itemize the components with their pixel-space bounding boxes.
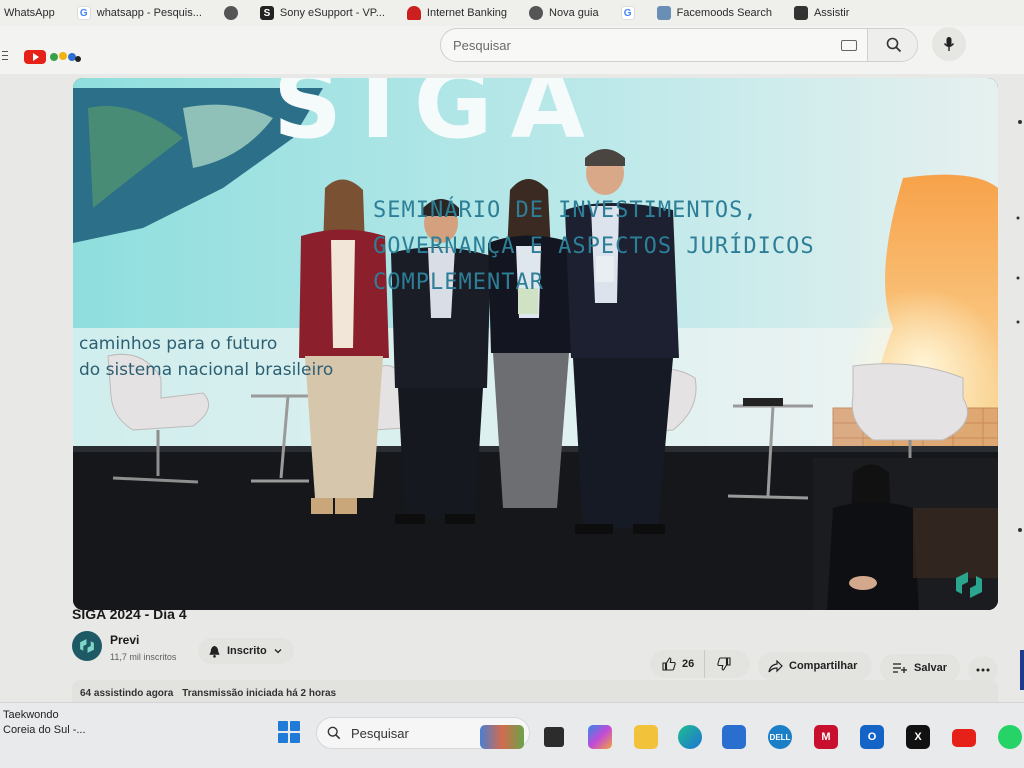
channel-watermark-icon	[956, 572, 982, 598]
bookmark-label: Assistir	[813, 7, 850, 19]
banner-subtitle-2: do sistema nacional brasileiro	[79, 360, 334, 380]
channel-avatar[interactable]	[72, 631, 102, 661]
bookmark-whatsapp-search[interactable]: G whatsapp - Pesquis...	[76, 6, 202, 20]
store-icon[interactable]	[722, 725, 746, 749]
dislike-button[interactable]	[705, 657, 743, 671]
bookmark-icon	[793, 6, 808, 20]
banner-line-3: COMPLEMENTAR	[373, 270, 544, 295]
youtube-icon[interactable]	[952, 729, 976, 747]
youtube-logo-icon[interactable]	[24, 50, 46, 64]
save-label: Salvar	[914, 662, 948, 674]
windows-taskbar: Taekwondo Coreia do Sul -... Pesquisar D…	[0, 702, 1024, 768]
video-title: SIGA 2024 - Dia 4	[72, 606, 187, 622]
bank-icon	[406, 6, 421, 20]
chevron-down-icon	[274, 649, 282, 654]
widgets-icon[interactable]	[480, 725, 524, 749]
voice-search-button[interactable]	[932, 27, 966, 61]
bookmark-whatsapp[interactable]: WhatsApp	[4, 7, 55, 19]
whatsapp-icon[interactable]	[998, 725, 1022, 749]
microphone-icon	[943, 37, 955, 51]
bookmark-sony[interactable]: S Sony eSupport - VP...	[259, 6, 385, 20]
more-horizontal-icon	[976, 668, 990, 672]
sony-icon: S	[259, 6, 274, 20]
share-label: Compartilhar	[789, 660, 858, 672]
windows-logo-icon	[278, 721, 288, 731]
save-button[interactable]: Salvar	[880, 654, 960, 682]
share-icon	[768, 659, 783, 672]
bookmark-internet-banking[interactable]: Internet Banking	[406, 6, 508, 20]
outlook-icon[interactable]: O	[860, 725, 884, 749]
save-to-playlist-icon	[893, 663, 907, 673]
search-bar	[440, 28, 918, 62]
channel-name[interactable]: Previ	[110, 633, 139, 647]
bookmark-label: Facemoods Search	[676, 7, 772, 19]
dell-icon[interactable]: DELL	[768, 725, 792, 749]
keyboard-icon[interactable]	[841, 40, 857, 51]
bell-icon	[209, 645, 220, 658]
globe-icon	[223, 6, 238, 20]
subscribe-button[interactable]: Inscrito	[198, 638, 294, 664]
bookmark-label: WhatsApp	[4, 7, 55, 19]
banner-line-2: GOVERNANÇA E ASPECTOS JURÍDICOS	[373, 234, 815, 259]
bookmark-google[interactable]: G	[620, 6, 635, 20]
banner-logo: SIGA	[273, 78, 603, 160]
banner-line-1: SEMINÁRIO DE INVESTIMENTOS,	[373, 198, 758, 223]
facemoods-icon	[656, 6, 671, 20]
like-button[interactable]: 26	[650, 650, 706, 678]
globe-icon	[529, 6, 544, 20]
thumbs-down-icon	[717, 657, 731, 671]
like-dislike-group: 26	[650, 650, 750, 678]
file-explorer-icon[interactable]	[634, 725, 658, 749]
start-button[interactable]	[278, 721, 300, 743]
taskbar-search-placeholder: Pesquisar	[351, 725, 409, 741]
bookmark-label: whatsapp - Pesquis...	[96, 7, 202, 19]
live-viewers: 64 assistindo agora	[80, 688, 174, 699]
bookmarks-bar: WhatsApp G whatsapp - Pesquis... S Sony …	[0, 0, 1024, 26]
banner-subtitle-1: caminhos para o futuro	[79, 334, 278, 354]
edge-icon[interactable]	[678, 725, 702, 749]
menu-icon[interactable]	[2, 51, 8, 61]
x-icon[interactable]: X	[906, 725, 930, 749]
google-icon: G	[620, 6, 635, 20]
subscribe-label: Inscrito	[227, 645, 267, 657]
youtube-doodle-icon[interactable]	[48, 50, 82, 64]
news-subline: Coreia do Sul -...	[3, 724, 86, 736]
like-count: 26	[682, 658, 695, 670]
task-view-icon[interactable]	[544, 727, 564, 747]
bookmark-nova-guia[interactable]: Nova guia	[529, 6, 599, 20]
news-widget[interactable]: Taekwondo Coreia do Sul -...	[3, 708, 86, 738]
subscriber-count: 11,7 mil inscritos	[110, 652, 177, 662]
bookmark-label: Sony eSupport - VP...	[279, 7, 385, 19]
google-icon: G	[76, 6, 91, 20]
share-button[interactable]: Compartilhar	[758, 652, 872, 680]
bookmark-assistir[interactable]: Assistir	[793, 6, 850, 20]
sidebar-edge	[1016, 120, 1024, 690]
mcafee-icon[interactable]: M	[814, 725, 838, 749]
bookmark-label: Internet Banking	[426, 7, 508, 19]
thumbs-up-icon	[662, 657, 676, 671]
video-player[interactable]: SIGA SEMINÁRIO DE INVESTIMENTOS, GOVERNA…	[73, 78, 998, 610]
previ-logo-icon	[80, 639, 94, 653]
bookmark-label: Nova guia	[549, 7, 599, 19]
stream-started: Transmissão iniciada há 2 horas	[182, 688, 337, 699]
news-headline: Taekwondo	[3, 709, 59, 721]
search-input[interactable]	[453, 29, 833, 61]
bookmark-facemoods[interactable]: Facemoods Search	[656, 6, 772, 20]
search-icon	[327, 726, 341, 740]
copilot-icon[interactable]	[588, 725, 612, 749]
search-icon	[886, 37, 901, 53]
search-button[interactable]	[867, 29, 917, 61]
bookmark-globe[interactable]	[223, 6, 238, 20]
